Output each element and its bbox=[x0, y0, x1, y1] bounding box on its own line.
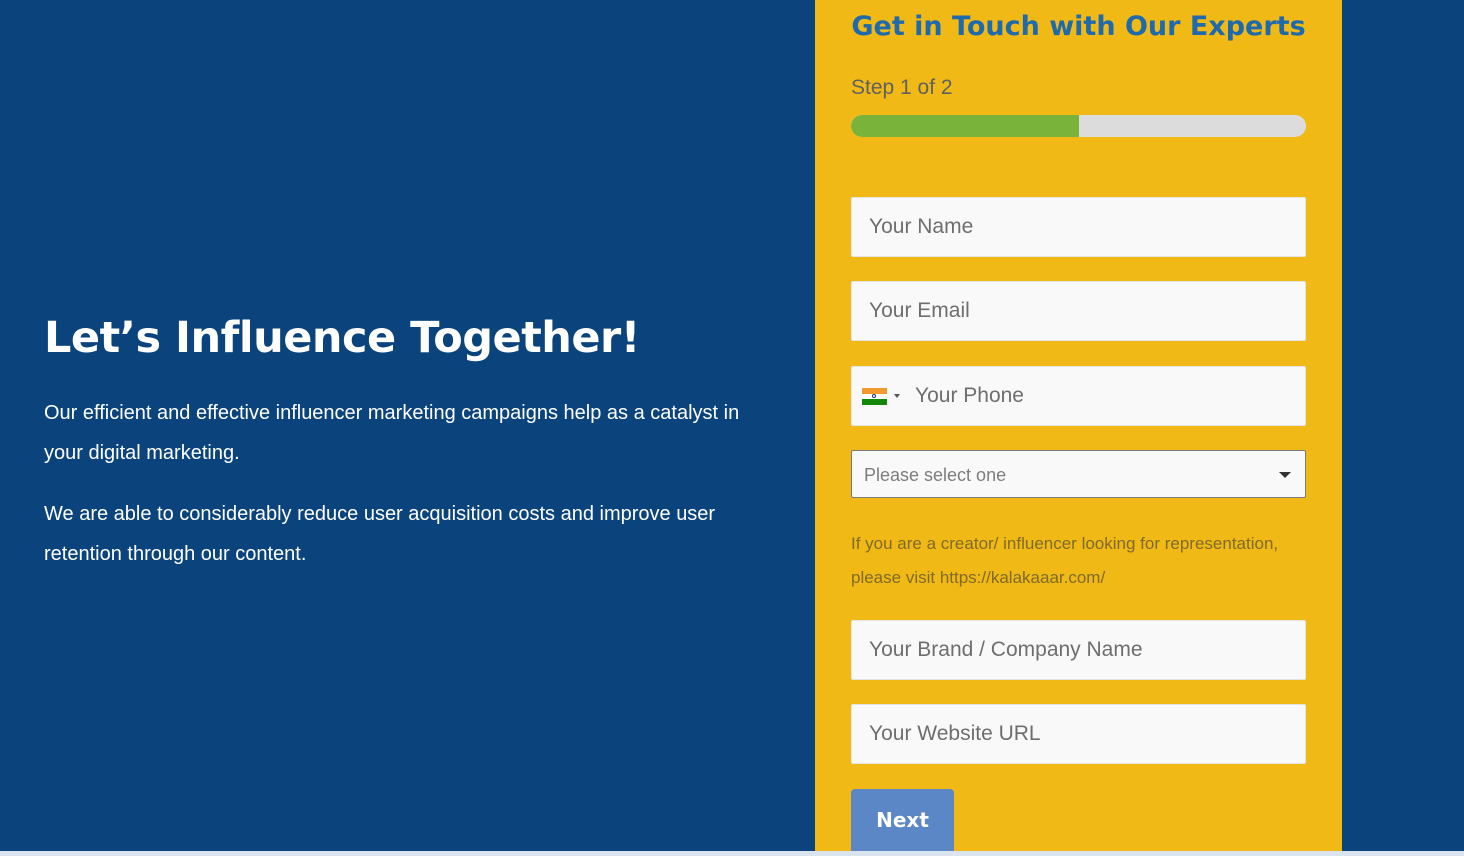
inquiry-type-select[interactable]: Please select one bbox=[851, 450, 1306, 498]
progress-bar-fill bbox=[851, 115, 1079, 137]
hero-paragraph-1: Our efficient and effective influencer m… bbox=[44, 402, 740, 464]
form-title: Get in Touch with Our Experts bbox=[851, 11, 1306, 42]
contact-form-panel: Get in Touch with Our Experts Step 1 of … bbox=[815, 0, 1342, 851]
phone-input[interactable] bbox=[852, 367, 1305, 425]
brand-field-wrapper bbox=[851, 620, 1306, 680]
name-input[interactable] bbox=[852, 198, 1305, 256]
bottom-edge-bar bbox=[0, 851, 1464, 856]
name-field-wrapper bbox=[851, 197, 1306, 257]
email-field-wrapper bbox=[851, 281, 1306, 341]
website-field-wrapper bbox=[851, 704, 1306, 764]
caret-down-icon bbox=[894, 394, 900, 398]
progress-bar bbox=[851, 115, 1306, 137]
website-url-input[interactable] bbox=[852, 705, 1305, 763]
india-flag-icon bbox=[862, 388, 887, 405]
phone-field-wrapper bbox=[851, 366, 1306, 426]
select-value: Please select one bbox=[864, 465, 1007, 485]
right-background-strip bbox=[1342, 0, 1464, 851]
hero-title: Let’s Influence Together! bbox=[44, 313, 640, 363]
creator-help-text: If you are a creator/ influencer looking… bbox=[851, 534, 1279, 587]
hero-paragraph-2: We are able to considerably reduce user … bbox=[44, 503, 716, 565]
brand-input[interactable] bbox=[852, 621, 1305, 679]
hero-section: Let’s Influence Together! Our efficient … bbox=[0, 0, 815, 851]
chevron-down-icon bbox=[1279, 472, 1291, 478]
step-indicator: Step 1 of 2 bbox=[851, 76, 953, 99]
country-code-picker[interactable] bbox=[862, 388, 906, 406]
next-button[interactable]: Next bbox=[851, 789, 954, 851]
email-input[interactable] bbox=[852, 282, 1305, 340]
